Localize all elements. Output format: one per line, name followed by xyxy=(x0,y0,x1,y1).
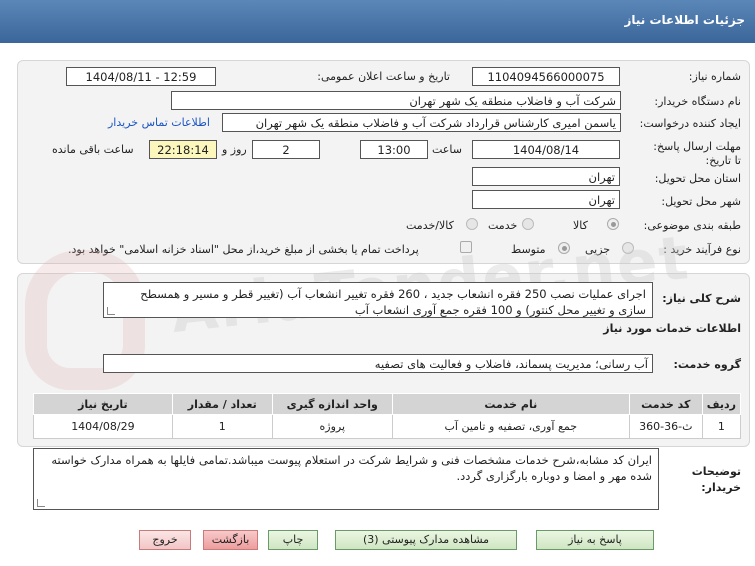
category-label: طبقه بندی موضوعی: xyxy=(643,219,741,232)
treasury-payment-note: پرداخت تمام یا بخشی از مبلغ خرید،از محل … xyxy=(68,243,419,256)
province-label: استان محل تحویل: xyxy=(654,172,741,185)
col-header-need-date: تاریخ نیاز xyxy=(33,393,173,415)
back-button[interactable]: بازگشت xyxy=(203,530,258,550)
deadline-date-field: 1404/08/14 xyxy=(472,140,620,159)
category-option-goods-service: کالا/خدمت xyxy=(406,219,454,232)
col-header-quantity: تعداد / مقدار xyxy=(171,393,273,415)
services-section-title: اطلاعات خدمات مورد نیاز xyxy=(603,322,741,335)
requester-field: یاسمن امیری کارشناس قرارداد شرکت آب و فا… xyxy=(222,113,621,132)
buyer-org-field: شرکت آب و فاضلاب منطقه یک شهر تهران xyxy=(171,91,621,110)
city-label: شهر محل تحویل: xyxy=(661,195,741,208)
service-group-label: گروه خدمت: xyxy=(673,358,741,371)
days-remaining-field: 2 xyxy=(252,140,320,159)
reply-button[interactable]: پاسخ به نیاز xyxy=(536,530,654,550)
category-radio-goods-service[interactable] xyxy=(466,218,478,230)
requester-label: ایجاد کننده درخواست: xyxy=(639,117,741,130)
buyer-notes-text: ایران کد مشابه،شرح خدمات مشخصات فنی و شر… xyxy=(51,453,652,483)
col-header-unit: واحد اندازه گیری xyxy=(271,393,393,415)
table-header-row: ردیف کد خدمت نام خدمت واحد اندازه گیری ت… xyxy=(33,393,742,415)
col-header-service-code: کد خدمت xyxy=(628,393,703,415)
days-label: روز و xyxy=(222,143,247,156)
service-group-field: آب رسانی؛ مدیریت پسماند، فاضلاب و فعالیت… xyxy=(103,354,653,373)
province-field: تهران xyxy=(472,167,620,186)
announce-date-label: تاریخ و ساعت اعلان عمومی: xyxy=(317,70,450,83)
remaining-time-field: 22:18:14 xyxy=(149,140,217,159)
need-number-label: شماره نیاز: xyxy=(688,70,741,83)
category-option-goods: کالا xyxy=(573,219,588,232)
exit-button[interactable]: خروج xyxy=(139,530,191,550)
table-row: 1 ث-36-360 جمع آوری، تصفیه و تامین آب پر… xyxy=(33,414,742,439)
buyer-notes-label: توضیحات خریدار: xyxy=(691,465,741,494)
cell-service-name: جمع آوری، تصفیه و تامین آب xyxy=(391,414,630,439)
summary-label: شرح کلی نیاز: xyxy=(662,292,741,305)
cell-unit: پروژه xyxy=(271,414,393,439)
need-number-field: 1104094566000075 xyxy=(472,67,620,86)
category-radio-goods[interactable] xyxy=(607,218,619,230)
summary-textarea: اجرای عملیات نصب 250 فقره انشعاب جدید ، … xyxy=(103,282,653,318)
cell-row-number: 1 xyxy=(701,414,742,439)
category-radio-service[interactable] xyxy=(522,218,534,230)
process-radio-minor[interactable] xyxy=(622,242,634,254)
buyer-contact-link[interactable]: اطلاعات تماس خریدار xyxy=(108,116,210,129)
process-option-minor: جزیی xyxy=(585,243,611,256)
cell-quantity: 1 xyxy=(171,414,273,439)
remaining-time-label: ساعت باقی مانده xyxy=(52,143,134,156)
page-title: جزئیات اطلاعات نیاز xyxy=(0,0,755,43)
col-header-service-name: نام خدمت xyxy=(391,393,630,415)
view-attachments-button[interactable]: مشاهده مدارک پیوستی (3) xyxy=(335,530,517,550)
services-table: ردیف کد خدمت نام خدمت واحد اندازه گیری ت… xyxy=(33,393,742,439)
announce-date-field: 1404/08/11 - 12:59 xyxy=(66,67,216,86)
buyer-org-label: نام دستگاه خریدار: xyxy=(654,95,741,108)
process-label: نوع فرآیند خرید : xyxy=(663,243,741,256)
buyer-notes-textarea: ایران کد مشابه،شرح خدمات مشخصات فنی و شر… xyxy=(33,448,659,510)
treasury-payment-checkbox[interactable] xyxy=(460,241,472,253)
print-button[interactable]: چاپ xyxy=(268,530,318,550)
process-option-medium: متوسط xyxy=(511,243,546,256)
col-header-row-number: ردیف xyxy=(701,393,742,415)
resize-handle-icon[interactable] xyxy=(37,499,45,507)
cell-need-date: 1404/08/29 xyxy=(33,414,173,439)
category-option-service: خدمت xyxy=(488,219,518,232)
deadline-time-label: ساعت xyxy=(432,143,462,156)
deadline-time-field: 13:00 xyxy=(360,140,428,159)
resize-handle-icon[interactable] xyxy=(107,307,115,315)
summary-text: اجرای عملیات نصب 250 فقره انشعاب جدید ، … xyxy=(140,287,646,317)
deadline-label: مهلت ارسال پاسخ: تا تاریخ: xyxy=(653,140,741,167)
process-radio-medium[interactable] xyxy=(558,242,570,254)
city-field: تهران xyxy=(472,190,620,209)
cell-service-code: ث-36-360 xyxy=(628,414,703,439)
